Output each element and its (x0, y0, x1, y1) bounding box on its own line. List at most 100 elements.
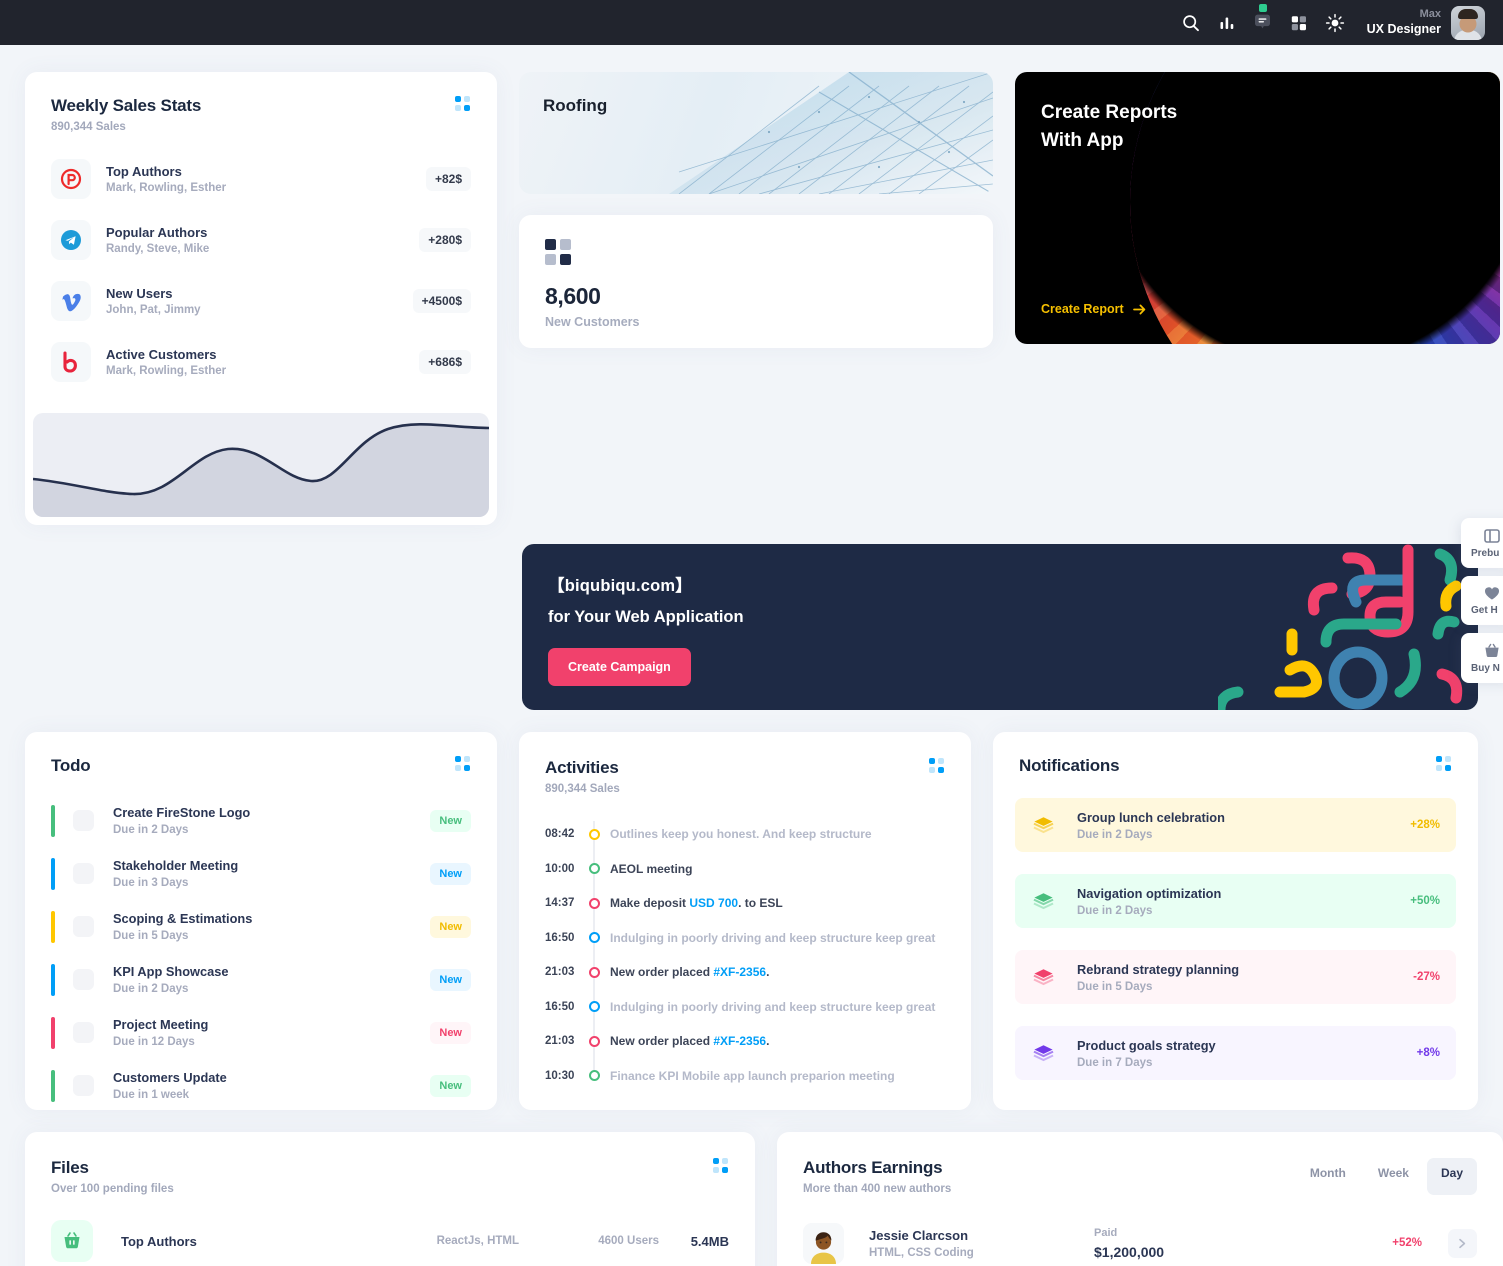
user-menu[interactable]: Max UX Designer (1367, 5, 1485, 40)
author-name: Jessie Clarcson (869, 1227, 969, 1243)
basket-icon (51, 1220, 93, 1262)
weekly-row-name: New Users (106, 286, 173, 301)
todo-checkbox[interactable] (73, 810, 94, 831)
files-title: Files (51, 1158, 89, 1177)
todo-checkbox[interactable] (73, 969, 94, 990)
weekly-menu-grid-icon[interactable] (455, 96, 471, 111)
todo-item[interactable]: Customers Update Due in 1 week New (51, 1063, 471, 1108)
weekly-row[interactable]: Active Customers Mark, Rowling, Esther +… (51, 342, 471, 382)
weekly-row[interactable]: Popular Authors Randy, Steve, Mike +280$ (51, 220, 471, 260)
activity-time: 16:50 (545, 931, 575, 944)
weekly-list: Top Authors Mark, Rowling, Esther +82$ P… (25, 133, 497, 403)
file-users: 4600 Users (598, 1235, 659, 1247)
activity-link[interactable]: USD 700 (689, 896, 738, 910)
file-name: Top Authors (121, 1233, 197, 1249)
notification-row[interactable]: Product goals strategy Due in 7 Days +8% (1015, 1026, 1456, 1080)
activity-time: 21:03 (545, 1035, 575, 1048)
layers-icon (1031, 892, 1055, 911)
todo-item[interactable]: Stakeholder Meeting Due in 3 Days New (51, 851, 471, 896)
activity-dot (588, 1070, 600, 1082)
notification-row[interactable]: Navigation optimization Due in 2 Days +5… (1015, 874, 1456, 928)
todo-card: Todo Create FireStone Logo Due in 2 Days… (25, 732, 497, 1110)
activity-dot (588, 863, 600, 875)
todo-menu-grid-icon[interactable] (455, 756, 471, 771)
authors-list: Jessie Clarcson HTML, CSS Coding Paid $1… (777, 1213, 1503, 1266)
rail-button-label: Prebu (1471, 548, 1500, 559)
activity-time: 10:00 (545, 862, 575, 875)
create-campaign-button[interactable]: Create Campaign (548, 648, 691, 686)
vimeo-icon (51, 281, 91, 321)
status-badge: New (430, 915, 471, 938)
todo-checkbox[interactable] (73, 1022, 94, 1043)
authors-period-tabs: Month Week Day (1296, 1158, 1477, 1195)
status-badge: New (430, 862, 471, 885)
notification-percent: +8% (1416, 1047, 1440, 1059)
activities-menu-grid-icon[interactable] (929, 758, 945, 773)
activity-row: 10:30 Finance KPI Mobile app launch prep… (545, 1059, 945, 1094)
paid-amount: $1,200,000 (1094, 1243, 1165, 1260)
weekly-row[interactable]: Top Authors Mark, Rowling, Esther +82$ (51, 159, 471, 199)
notification-name: Rebrand strategy planning (1077, 961, 1240, 977)
chat-icon[interactable] (1245, 3, 1281, 41)
weekly-row[interactable]: New Users John, Pat, Jimmy +4500$ (51, 281, 471, 321)
notification-row[interactable]: Group lunch celebration Due in 2 Days +2… (1015, 798, 1456, 852)
search-icon[interactable] (1173, 5, 1209, 41)
create-reports-card[interactable]: Create Reports With App Create Report (1015, 72, 1500, 344)
todo-list: Create FireStone Logo Due in 2 Days New … (25, 776, 497, 1138)
todo-item[interactable]: Create FireStone Logo Due in 2 Days New (51, 798, 471, 843)
campaign-line-1: 【biqubiqu.com】 (548, 577, 692, 595)
activity-dot (588, 828, 600, 840)
todo-item[interactable]: Scoping & Estimations Due in 5 Days New (51, 904, 471, 949)
activity-link[interactable]: #XF-2356 (713, 965, 766, 979)
notification-due: Due in 5 Days (1077, 980, 1153, 993)
todo-item-due: Due in 1 week (113, 1089, 190, 1101)
todo-item-due: Due in 3 Days (113, 877, 189, 889)
activity-row: 08:42 Outlines keep you honest. And keep… (545, 817, 945, 852)
chevron-right-icon (1459, 1238, 1466, 1248)
rail-button-prebu[interactable]: Prebu (1461, 518, 1503, 568)
files-list: Top Authors ReactJs, HTML 4600 Users 5.4… (25, 1213, 755, 1266)
notification-row[interactable]: Rebrand strategy planning Due in 5 Days … (1015, 950, 1456, 1004)
author-details-button[interactable] (1448, 1228, 1477, 1258)
notification-name: Product goals strategy (1077, 1037, 1216, 1053)
reports-line-2: With App (1041, 129, 1124, 151)
todo-item-name: Project Meeting (113, 1017, 209, 1032)
activity-text: Indulging in poorly driving and keep str… (610, 930, 936, 945)
chart-icon[interactable] (1209, 5, 1245, 41)
todo-color-bar (51, 804, 55, 837)
notifications-list: Group lunch celebration Due in 2 Days +2… (993, 776, 1478, 1124)
authors-title: Authors Earnings (803, 1158, 943, 1177)
create-report-link[interactable]: Create Report (1041, 302, 1146, 316)
tab-week[interactable]: Week (1364, 1158, 1423, 1195)
todo-item-name: KPI App Showcase (113, 964, 229, 979)
notification-percent: -27% (1413, 971, 1440, 983)
brightness-icon[interactable] (1317, 5, 1353, 41)
new-customers-card: 8,600 New Customers (519, 215, 993, 348)
weekly-row-amount: +4500$ (412, 289, 471, 313)
rail-button-buy n[interactable]: Buy N (1461, 633, 1503, 683)
activity-link[interactable]: #XF-2356 (713, 1034, 766, 1048)
files-subtitle: Over 100 pending files (51, 1183, 174, 1195)
notifications-menu-grid-icon[interactable] (1436, 756, 1452, 771)
files-menu-grid-icon[interactable] (713, 1158, 729, 1173)
file-row[interactable]: Top Authors ReactJs, HTML 4600 Users 5.4… (25, 1213, 755, 1266)
todo-checkbox[interactable] (73, 1075, 94, 1096)
apps-grid-icon[interactable] (1281, 5, 1317, 41)
tab-month[interactable]: Month (1296, 1158, 1360, 1195)
telegram-icon (51, 220, 91, 260)
avatar[interactable] (1451, 5, 1485, 40)
roofing-card[interactable]: Roofing (519, 72, 993, 194)
todo-item[interactable]: KPI App Showcase Due in 2 Days New (51, 957, 471, 1002)
weekly-row-name: Active Customers (106, 347, 217, 362)
rail-button-get h[interactable]: Get H (1461, 576, 1503, 625)
top-bar: Max UX Designer (0, 0, 1503, 45)
weekly-row-people: Mark, Rowling, Esther (106, 182, 227, 194)
weekly-row-people: Randy, Steve, Mike (106, 243, 210, 255)
tab-day[interactable]: Day (1426, 1158, 1477, 1195)
todo-item[interactable]: Project Meeting Due in 12 Days New (51, 1010, 471, 1055)
file-size: 5.4MB (690, 1233, 729, 1249)
author-row[interactable]: Jessie Clarcson HTML, CSS Coding Paid $1… (777, 1213, 1503, 1266)
reports-line-1: Create Reports (1041, 102, 1178, 123)
todo-checkbox[interactable] (73, 916, 94, 937)
todo-checkbox[interactable] (73, 863, 94, 884)
